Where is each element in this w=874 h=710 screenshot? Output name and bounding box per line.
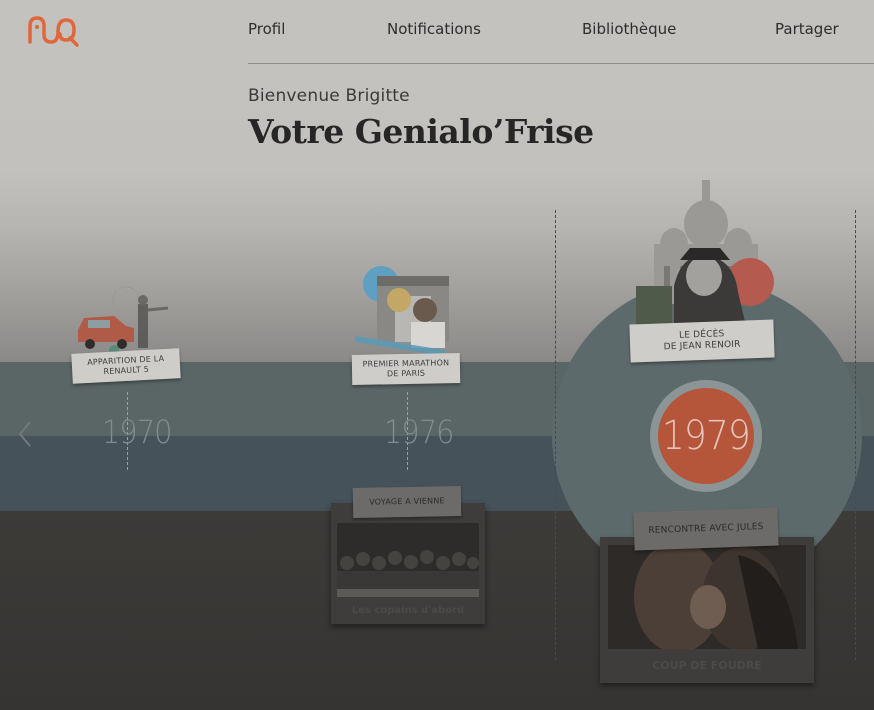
event-card-vienne[interactable]: Les copains d'abord: [331, 503, 485, 624]
event-label-jules[interactable]: RENCONTRE AVEC JULES: [633, 507, 779, 551]
marathon-illustration[interactable]: [355, 262, 455, 358]
nav-profile[interactable]: Profil: [248, 20, 285, 38]
jules-photo: [608, 545, 806, 649]
welcome-text: Bienvenue Brigitte: [248, 86, 410, 106]
event-caption: Les copains d'abord: [351, 605, 465, 616]
event-label-line: DE JEAN RENOIR: [663, 339, 741, 353]
separator-left: [555, 210, 556, 660]
renault-5-illustration[interactable]: [74, 278, 174, 354]
selected-year-badge[interactable]: 1979: [658, 388, 754, 484]
vienne-photo: [337, 523, 479, 597]
nav-divider: [248, 63, 874, 64]
nav-notifications[interactable]: Notifications: [387, 20, 481, 38]
event-label-line: DE PARIS: [386, 368, 426, 379]
year-label-1976[interactable]: 1976: [384, 413, 455, 451]
event-label-line: RENCONTRE AVEC JULES: [648, 521, 764, 537]
event-label-vienne[interactable]: VOYAGE A VIENNE: [352, 486, 462, 518]
event-caption: COUP DE FOUDRE: [652, 659, 762, 672]
nav-share[interactable]: Partager: [775, 20, 839, 38]
page-title: Votre Genialo’Frise: [248, 112, 594, 151]
event-label-line: VOYAGE A VIENNE: [369, 496, 445, 507]
year-label-1970[interactable]: 1970: [102, 413, 173, 451]
chevron-left-icon[interactable]: [14, 418, 36, 450]
event-label-renoir[interactable]: LE DÉCÈS DE JEAN RENOIR: [629, 319, 775, 363]
event-label-renault[interactable]: APPARITION DE LA RENAULT 5: [71, 348, 181, 384]
separator-right: [855, 210, 856, 660]
event-label-marathon[interactable]: PREMIER MARATHON DE PARIS: [351, 353, 461, 385]
year-label-1979: 1979: [661, 413, 751, 459]
event-label-line: RENAULT 5: [103, 364, 150, 377]
event-card-jules[interactable]: COUP DE FOUDRE: [600, 537, 814, 683]
genialo-logo[interactable]: [26, 14, 80, 48]
nav-library[interactable]: Bibliothèque: [582, 20, 676, 38]
sacre-coeur-illustration[interactable]: [634, 176, 778, 326]
